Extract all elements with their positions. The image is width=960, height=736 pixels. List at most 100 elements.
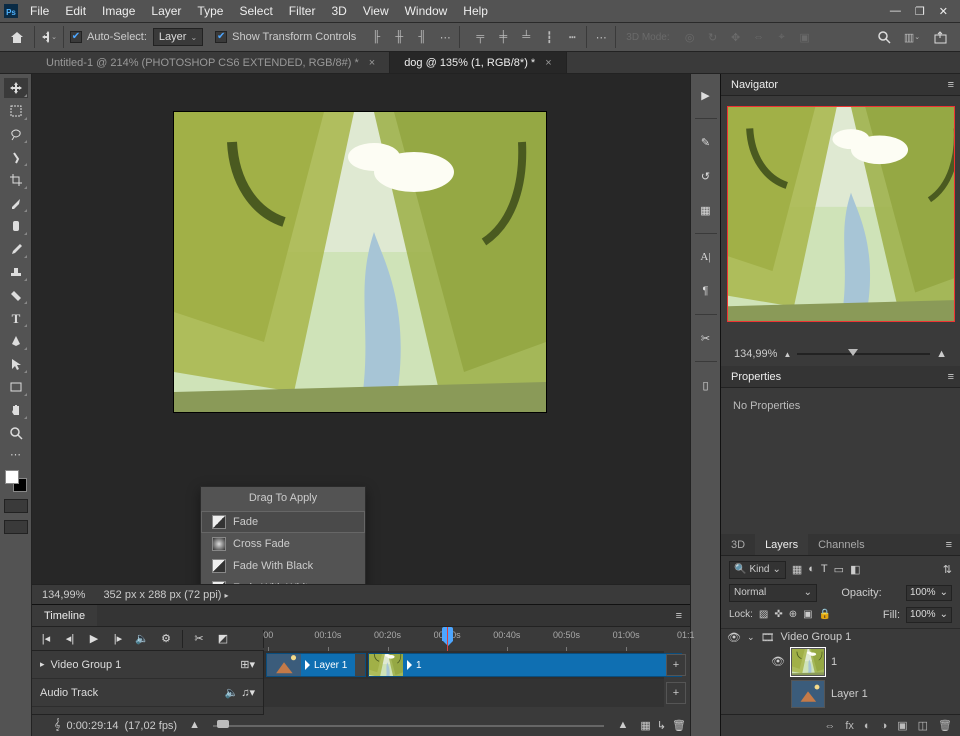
timeline-prev-frame[interactable]: ◂| (62, 631, 78, 647)
layer-thumb[interactable] (791, 648, 825, 676)
lock-all-icon[interactable]: 🔒 (819, 609, 831, 620)
history-panel-icon[interactable]: ↺ (695, 165, 717, 187)
transition-fade-black[interactable]: Fade With Black (201, 555, 365, 577)
lock-pixels-icon[interactable]: ▨ (759, 609, 768, 620)
arrange-documents-icon[interactable]: ▥⌄ (904, 29, 920, 45)
menu-image[interactable]: Image (94, 0, 143, 22)
timeline-ruler[interactable]: 00 00:10s 00:20s 00:30s 00:40s 00:50s 01… (264, 627, 690, 651)
menu-help[interactable]: Help (455, 0, 496, 22)
menu-window[interactable]: Window (397, 0, 456, 22)
show-transform-checkbox[interactable]: Show Transform Controls (215, 31, 356, 43)
document-canvas[interactable] (174, 112, 546, 412)
adjustment-layer-icon[interactable]: ◑ (881, 720, 888, 732)
edit-toolbar-button[interactable]: ⋯ (10, 448, 21, 461)
group-layers-icon[interactable]: ▣ (897, 719, 907, 732)
menu-layer[interactable]: Layer (143, 0, 189, 22)
menu-file[interactable]: File (22, 0, 57, 22)
properties-menu-icon[interactable]: ≡ (948, 371, 954, 383)
menu-edit[interactable]: Edit (57, 0, 94, 22)
menu-filter[interactable]: Filter (281, 0, 324, 22)
layer-thumb[interactable] (791, 680, 825, 708)
timeline-next-frame[interactable]: |▸ (110, 631, 126, 647)
align-bottom-icon[interactable]: ╧ (518, 29, 534, 45)
tab-channels[interactable]: Channels (808, 534, 874, 555)
tab-3d[interactable]: 3D (721, 534, 755, 555)
track-music-icon[interactable]: ♫▾ (241, 687, 255, 699)
window-close-icon[interactable]: ✕ (939, 5, 948, 18)
properties-tab[interactable]: Properties (721, 366, 791, 388)
type-tool[interactable]: T (4, 308, 28, 328)
filter-type-icon[interactable]: T (821, 563, 828, 576)
character-panel-icon[interactable]: A| (695, 246, 717, 268)
shape-tool[interactable] (4, 377, 28, 397)
opacity-input[interactable]: 100%⌄ (906, 585, 952, 601)
filter-toggle-icon[interactable]: ⇅ (943, 563, 952, 576)
lasso-tool[interactable] (4, 124, 28, 144)
eraser-tool[interactable] (4, 285, 28, 305)
distribute-v-icon[interactable]: ┇ (541, 29, 557, 45)
visibility-icon[interactable]: 👁 (771, 655, 785, 668)
tab-close-icon[interactable]: × (545, 57, 551, 69)
filter-adjustment-icon[interactable]: ◐ (808, 563, 815, 576)
filter-smart-icon[interactable]: ◧ (850, 563, 860, 576)
timeline-zoom-slider[interactable]: ▲ ▲ (189, 723, 628, 729)
fill-input[interactable]: 100%⌄ (906, 607, 952, 623)
crop-tool[interactable] (4, 170, 28, 190)
window-restore-icon[interactable]: ❐ (915, 5, 925, 18)
status-zoom[interactable]: 134,99% (42, 589, 85, 601)
timeline-clip-layer1[interactable]: Layer 1 (266, 653, 366, 677)
home-button[interactable] (6, 26, 28, 48)
marquee-tool[interactable] (4, 101, 28, 121)
align-hcenter-icon[interactable]: ╫ (391, 29, 407, 45)
status-dimensions[interactable]: 352 px x 288 px (72 ppi)▸ (103, 589, 228, 601)
overflow-icon[interactable]: ⋯ (593, 29, 609, 45)
menu-type[interactable]: Type (189, 0, 231, 22)
navigator-zoom-out-icon[interactable]: ▲ (783, 350, 791, 359)
layer-fx-icon[interactable]: fx (845, 720, 854, 732)
paragraph-panel-icon[interactable]: ¶ (695, 280, 717, 302)
blend-mode-dropdown[interactable]: Normal⌄ (729, 584, 817, 602)
timeline-play[interactable]: ▶ (86, 631, 102, 647)
layer-filter-kind[interactable]: 🔍 Kind ⌄ (729, 561, 786, 579)
color-swatches[interactable] (5, 470, 27, 492)
timeline-timecode[interactable]: 0:00:29:14 (67, 720, 119, 732)
auto-select-checkbox[interactable]: Auto-Select: (70, 31, 147, 43)
timeline-mute[interactable]: 🔈 (134, 631, 150, 647)
share-icon[interactable] (932, 29, 948, 45)
stamp-tool[interactable] (4, 262, 28, 282)
timeline-convert-icon[interactable]: ▦ (640, 719, 650, 732)
align-top-icon[interactable]: ╤ (472, 29, 488, 45)
move-tool-icon[interactable]: ⌄ (41, 29, 57, 45)
menu-select[interactable]: Select (231, 0, 280, 22)
layer-mask-icon[interactable]: ◐ (864, 720, 871, 732)
distribute-h-icon[interactable]: ┅ (564, 29, 580, 45)
navigator-thumbnail[interactable] (727, 106, 955, 322)
transition-crossfade[interactable]: Cross Fade (201, 533, 365, 555)
align-left-icon[interactable]: ╟ (368, 29, 384, 45)
timeline-clip-2[interactable]: 1 (368, 653, 682, 677)
pen-tool[interactable] (4, 331, 28, 351)
canvas-area[interactable]: Drag To Apply Fade Cross Fade Fade With … (32, 74, 690, 584)
filter-shape-icon[interactable]: ▭ (834, 563, 844, 576)
more-align-icon[interactable]: ⋯ (437, 29, 453, 45)
document-tab-2[interactable]: dog @ 135% (1, RGB/8*) *× (390, 52, 566, 73)
transition-fade-white[interactable]: Fade With White (201, 577, 365, 584)
timeline-tab[interactable]: Timeline (32, 605, 97, 626)
libraries-panel-icon[interactable]: ▯ (695, 374, 717, 396)
hand-tool[interactable] (4, 400, 28, 420)
autoselect-target-dropdown[interactable]: Layer⌄ (153, 28, 203, 46)
styles-panel-icon[interactable]: ✂ (695, 327, 717, 349)
tab-layers[interactable]: Layers (755, 534, 808, 555)
menu-view[interactable]: View (355, 0, 397, 22)
layer-group-row[interactable]: 👁 ⌄ 🎞 Video Group 1 (721, 629, 960, 646)
lock-artboard-icon[interactable]: ▣ (803, 609, 812, 620)
move-tool[interactable] (4, 78, 28, 98)
timeline-menu-icon[interactable]: ≡ (668, 605, 690, 626)
track-filmstrip-icon[interactable]: ⊞▾ (240, 658, 255, 671)
quickmask-toggle[interactable] (4, 499, 28, 513)
track-add-audio-button[interactable]: + (666, 682, 686, 704)
filter-pixel-icon[interactable]: ▦ (792, 563, 802, 576)
new-layer-icon[interactable]: ◫ (918, 719, 928, 732)
navigator-zoom-in-icon[interactable]: ▲ (936, 348, 947, 360)
align-right-icon[interactable]: ╢ (414, 29, 430, 45)
